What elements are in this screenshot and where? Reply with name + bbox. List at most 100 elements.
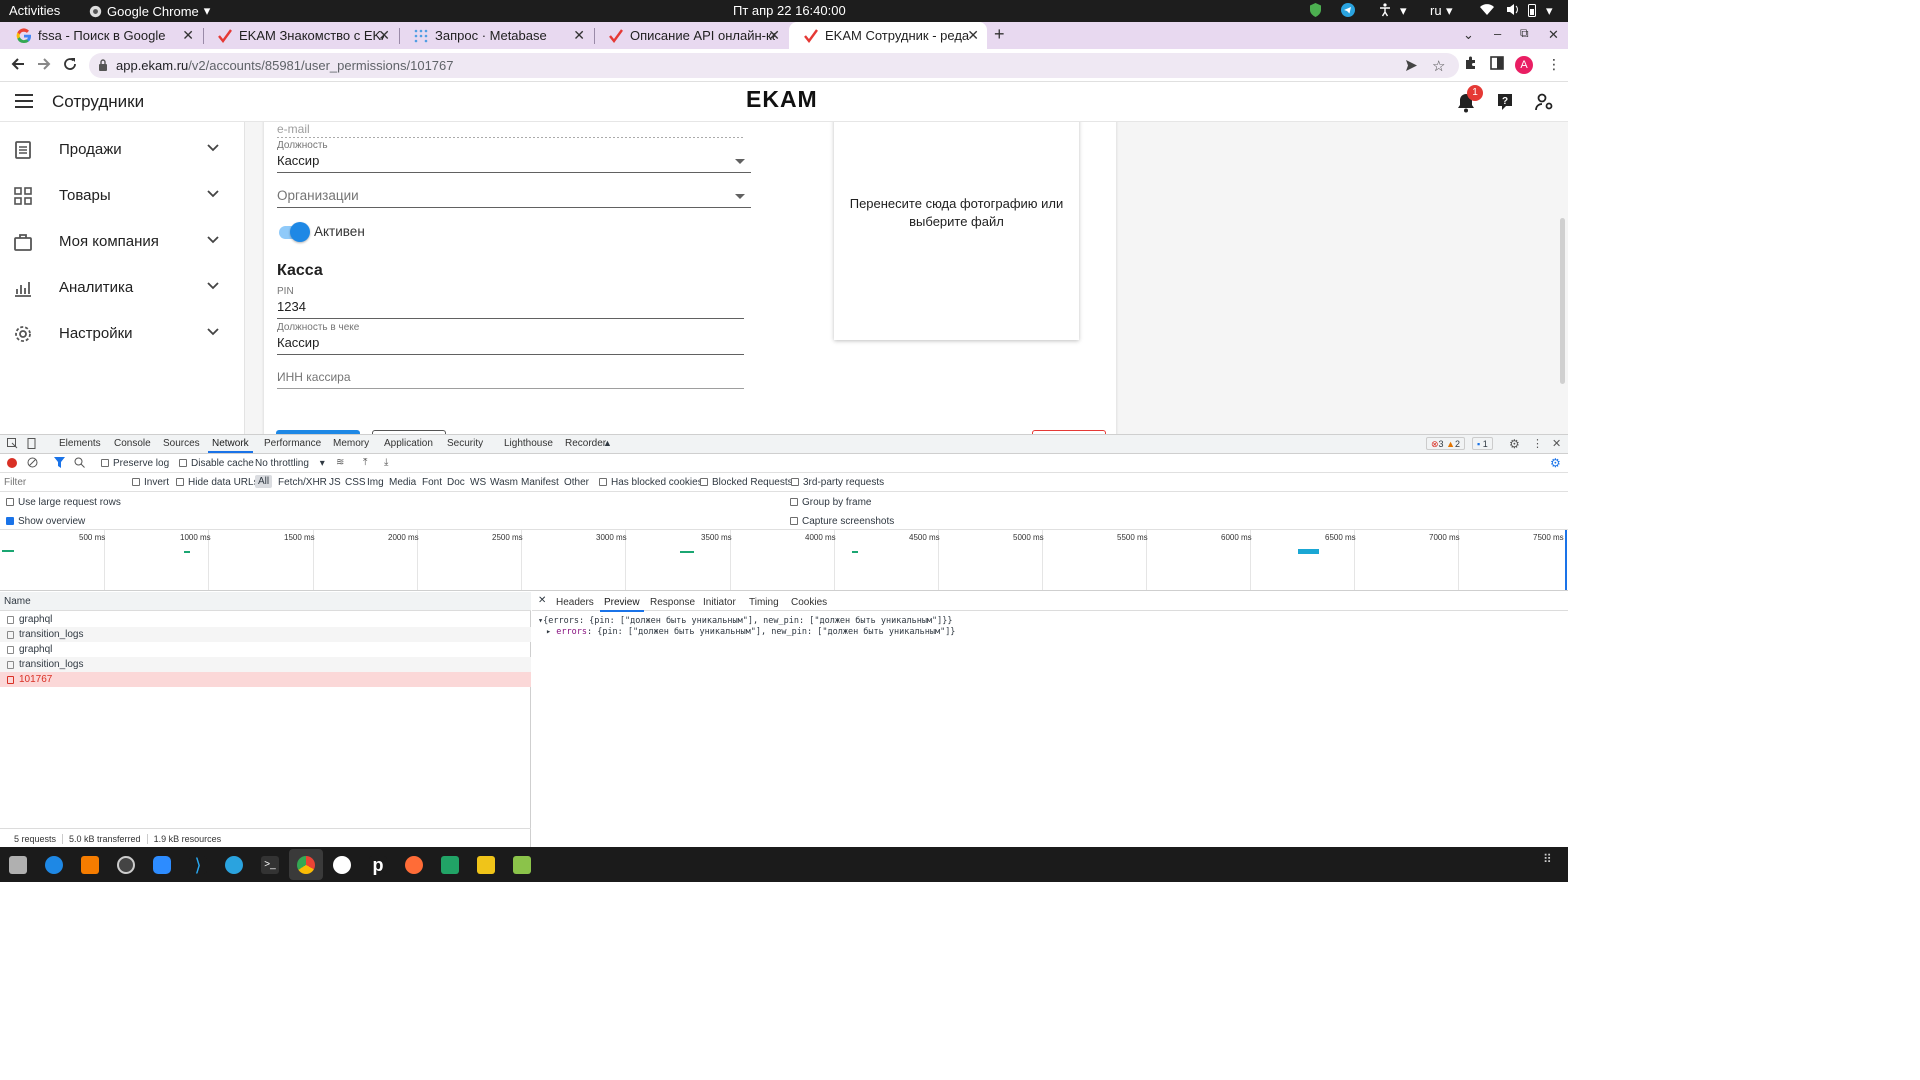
request-row[interactable]: graphql [0, 642, 531, 657]
close-devtools-icon[interactable]: ✕ [1552, 437, 1561, 450]
issues-counter[interactable]: ⊗3 ▲2 [1426, 437, 1466, 450]
filter-type-doc[interactable]: Doc [447, 477, 465, 488]
timeline-cursor[interactable] [1565, 530, 1567, 590]
app-menu[interactable]: Google Chrome ▾ [89, 3, 210, 19]
devtools-tab-security[interactable]: Security [447, 438, 483, 449]
zoom-icon[interactable] [153, 856, 171, 874]
preview-root-line[interactable]: ▾{errors: {pin: ["должен быть уникальным… [538, 616, 953, 626]
checkbox[interactable] [101, 459, 109, 467]
request-row[interactable]: transition_logs [0, 627, 531, 642]
filter-type-other[interactable]: Other [564, 477, 589, 488]
request-row-error[interactable]: 101767 [0, 672, 531, 687]
filter-type-manifest[interactable]: Manifest [521, 477, 559, 488]
details-tab-response[interactable]: Response [650, 597, 695, 608]
network-overview-timeline[interactable]: 500 ms 1000 ms 1500 ms 2000 ms 2500 ms 3… [0, 530, 1568, 591]
files-icon[interactable] [9, 856, 27, 874]
browser-tab[interactable]: fssa - Поиск в Google ✕ [2, 22, 202, 49]
details-tab-initiator[interactable]: Initiator [703, 597, 736, 608]
checkbox[interactable] [700, 478, 708, 486]
devtools-tab-recorder[interactable]: Recorder [565, 438, 606, 449]
group-by-frame-checkbox[interactable]: Group by frame [790, 497, 871, 508]
keyboard-layout[interactable]: ru [1430, 3, 1442, 18]
browser-tab[interactable]: Запрос · Metabase ✕ [399, 22, 593, 49]
receipt-position-field[interactable]: Должность в чеке Кассир [277, 322, 744, 355]
filter-type-css[interactable]: CSS [345, 477, 366, 488]
volume-icon[interactable] [1506, 3, 1520, 16]
organizations-select[interactable]: Организации [277, 188, 751, 208]
filter-type-fetch[interactable]: Fetch/XHR [278, 477, 327, 488]
close-icon[interactable]: ✕ [182, 27, 194, 44]
messages-counter[interactable]: ▪ 1 [1472, 437, 1493, 450]
browser-tab-active[interactable]: EKAM Сотрудник - редакт ✕ [789, 22, 987, 49]
extensions-icon[interactable] [1464, 56, 1478, 70]
dropdown-caret-icon[interactable] [735, 159, 745, 164]
filter-type-all[interactable]: All [255, 475, 273, 488]
browser-tab[interactable]: Описание API онлайн-касс ✕ [594, 22, 788, 49]
profile-avatar[interactable]: A [1515, 56, 1533, 74]
filter-type-ws[interactable]: WS [470, 477, 486, 488]
settings-gear-icon[interactable]: ⚙ [1509, 437, 1520, 451]
devtools-tab-application[interactable]: Application [384, 438, 433, 449]
sidebar-item-sales[interactable]: Продажи [0, 130, 245, 170]
help-icon[interactable]: ? [1496, 93, 1514, 111]
request-row[interactable]: transition_logs [0, 657, 531, 672]
sidebar-item-company[interactable]: Моя компания [0, 222, 245, 262]
restore-button[interactable]: ⧉ [1520, 26, 1529, 41]
blocked-requests-checkbox[interactable]: Blocked Requests [700, 477, 793, 488]
dropdown-caret-icon[interactable] [735, 194, 745, 199]
postman-p-icon[interactable]: p [369, 856, 387, 874]
tab-search-button[interactable]: ⌄ [1463, 27, 1474, 43]
filter-type-js[interactable]: JS [329, 477, 341, 488]
trash-icon[interactable] [513, 856, 531, 874]
close-icon[interactable]: ✕ [768, 27, 780, 44]
send-icon[interactable] [1405, 59, 1418, 72]
show-overview-checkbox[interactable]: Show overview [6, 516, 85, 527]
checkbox[interactable] [176, 478, 184, 486]
show-apps-icon[interactable]: ⠿ [1543, 853, 1553, 865]
checkbox[interactable] [6, 498, 14, 506]
user-settings-icon[interactable] [1535, 93, 1554, 111]
sidebar-item-analytics[interactable]: Аналитика [0, 268, 245, 308]
position-select[interactable]: Должность Кассир [277, 140, 751, 173]
close-icon[interactable]: ✕ [573, 27, 585, 44]
postman-icon[interactable] [405, 856, 423, 874]
checkbox[interactable] [132, 478, 140, 486]
devtools-tab-lighthouse[interactable]: Lighthouse [504, 438, 553, 449]
reload-icon[interactable] [62, 56, 78, 72]
active-toggle[interactable]: Активен [277, 222, 477, 244]
ekam-logo[interactable]: EKAM [746, 86, 818, 113]
hamburger-menu-icon[interactable] [15, 94, 33, 108]
search-icon[interactable] [74, 457, 85, 468]
checkbox[interactable] [791, 478, 799, 486]
has-blocked-cookies-checkbox[interactable]: Has blocked cookies [599, 477, 703, 488]
checkbox[interactable] [790, 517, 798, 525]
request-row[interactable]: graphql [0, 612, 531, 627]
hide-data-urls-checkbox[interactable]: Hide data URLs [176, 477, 259, 488]
throttling-select[interactable]: No throttling ▾ [255, 458, 325, 469]
network-settings-icon[interactable]: ⚙ [1550, 456, 1561, 470]
filter-type-font[interactable]: Font [422, 477, 442, 488]
details-tab-preview[interactable]: Preview [600, 597, 644, 612]
disable-cache-checkbox[interactable]: Disable cache [179, 458, 254, 469]
close-icon[interactable]: ✕ [378, 27, 390, 44]
slack-icon[interactable] [333, 856, 351, 874]
devtools-tab-memory[interactable]: Memory [333, 438, 369, 449]
teamviewer-icon[interactable] [45, 856, 63, 874]
clear-icon[interactable] [27, 457, 38, 468]
devtools-tab-console[interactable]: Console [114, 438, 151, 449]
network-conditions-icon[interactable]: ≋ [336, 457, 344, 468]
minimize-button[interactable]: – [1494, 26, 1501, 41]
export-har-icon[interactable]: ⤓ [384, 457, 388, 468]
filter-type-media[interactable]: Media [389, 477, 416, 488]
filter-type-wasm[interactable]: Wasm [490, 477, 518, 488]
clock[interactable]: Пт апр 22 16:40:00 [733, 3, 846, 18]
record-icon[interactable] [7, 458, 17, 468]
close-window-button[interactable]: ✕ [1548, 27, 1559, 43]
spreadsheet-icon[interactable] [441, 856, 459, 874]
photo-dropzone[interactable]: Перенесите сюда фотографию или выберите ф… [834, 122, 1079, 340]
settings-icon[interactable] [117, 856, 135, 874]
name-column-header[interactable]: Name [0, 592, 531, 611]
back-icon[interactable] [10, 56, 26, 72]
browser-tab[interactable]: EKAM Знакомство с EKAM ✕ [203, 22, 398, 49]
checkbox[interactable] [790, 498, 798, 506]
